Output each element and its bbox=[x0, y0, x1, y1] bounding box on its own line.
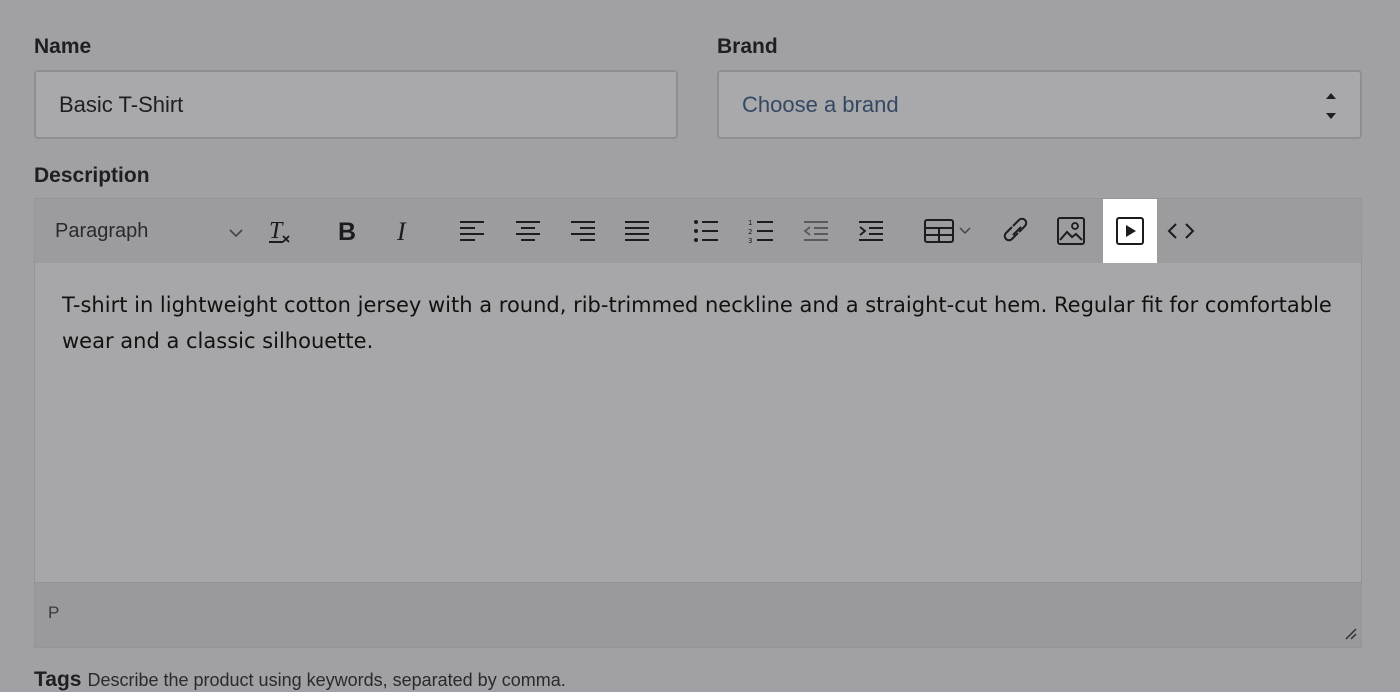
align-center-icon bbox=[515, 219, 541, 243]
brand-label: Brand bbox=[717, 35, 778, 58]
clear-formatting-icon: T bbox=[265, 216, 293, 246]
table-button[interactable] bbox=[915, 199, 981, 263]
name-label: Name bbox=[34, 35, 92, 58]
brand-select-placeholder: Choose a brand bbox=[742, 91, 899, 117]
link-icon bbox=[1003, 217, 1031, 245]
select-arrows-icon bbox=[1324, 88, 1338, 124]
tags-help-text: Describe the product using keywords, sep… bbox=[87, 670, 566, 690]
description-label: Description bbox=[34, 164, 150, 187]
name-input-value: Basic T-Shirt bbox=[59, 91, 184, 117]
svg-text:2: 2 bbox=[748, 228, 752, 236]
name-input[interactable]: Basic T-Shirt bbox=[34, 70, 678, 139]
svg-text:1: 1 bbox=[748, 219, 752, 227]
svg-text:T: T bbox=[269, 218, 284, 244]
outdent-icon bbox=[803, 219, 829, 243]
align-center-button[interactable] bbox=[506, 199, 550, 263]
justify-button[interactable] bbox=[615, 199, 659, 263]
media-icon bbox=[1116, 217, 1144, 245]
tags-label-row: Tags Describe the product using keywords,… bbox=[34, 668, 566, 692]
indent-icon bbox=[858, 219, 884, 243]
image-icon bbox=[1057, 217, 1085, 245]
outdent-button[interactable] bbox=[794, 199, 838, 263]
code-icon bbox=[1167, 221, 1195, 241]
svg-text:I: I bbox=[396, 217, 407, 245]
numbered-list-icon: 123 bbox=[748, 218, 774, 244]
chevron-down-icon bbox=[227, 223, 245, 246]
image-button[interactable] bbox=[1049, 199, 1093, 263]
block-format-value: Paragraph bbox=[55, 219, 149, 242]
rich-text-editor: Paragraph T B I 1 2 3 T-shirt in lightwe… bbox=[34, 198, 1362, 648]
description-text: T-shirt in lightweight cotton jersey wit… bbox=[62, 293, 1332, 353]
align-left-button[interactable] bbox=[450, 199, 494, 263]
element-path[interactable]: P bbox=[48, 603, 59, 623]
align-right-button[interactable] bbox=[561, 199, 605, 263]
numbered-list-button[interactable]: 123 bbox=[739, 199, 783, 263]
bold-icon: B bbox=[336, 217, 360, 245]
bold-button[interactable]: B bbox=[326, 199, 370, 263]
svg-text:3: 3 bbox=[748, 237, 752, 244]
svg-text:B: B bbox=[338, 218, 356, 245]
table-icon bbox=[923, 218, 973, 244]
clear-formatting-button[interactable]: T bbox=[257, 199, 301, 263]
italic-button[interactable]: I bbox=[382, 199, 426, 263]
italic-icon: I bbox=[394, 217, 414, 245]
editor-content[interactable]: T-shirt in lightweight cotton jersey wit… bbox=[35, 263, 1361, 583]
resize-handle-icon[interactable] bbox=[1343, 626, 1357, 645]
media-button[interactable] bbox=[1103, 199, 1157, 263]
justify-icon bbox=[624, 219, 650, 243]
indent-button[interactable] bbox=[849, 199, 893, 263]
align-right-icon bbox=[570, 219, 596, 243]
block-format-select[interactable]: Paragraph bbox=[55, 199, 245, 263]
editor-statusbar: P bbox=[35, 582, 1361, 647]
bullet-list-icon bbox=[693, 219, 719, 243]
source-code-button[interactable] bbox=[1159, 199, 1203, 263]
tags-label: Tags bbox=[34, 668, 82, 691]
align-left-icon bbox=[459, 219, 485, 243]
link-button[interactable] bbox=[995, 199, 1039, 263]
brand-select[interactable]: Choose a brand bbox=[717, 70, 1362, 139]
bullet-list-button[interactable] bbox=[684, 199, 728, 263]
editor-toolbar: Paragraph T B I 1 2 3 bbox=[35, 199, 1361, 263]
